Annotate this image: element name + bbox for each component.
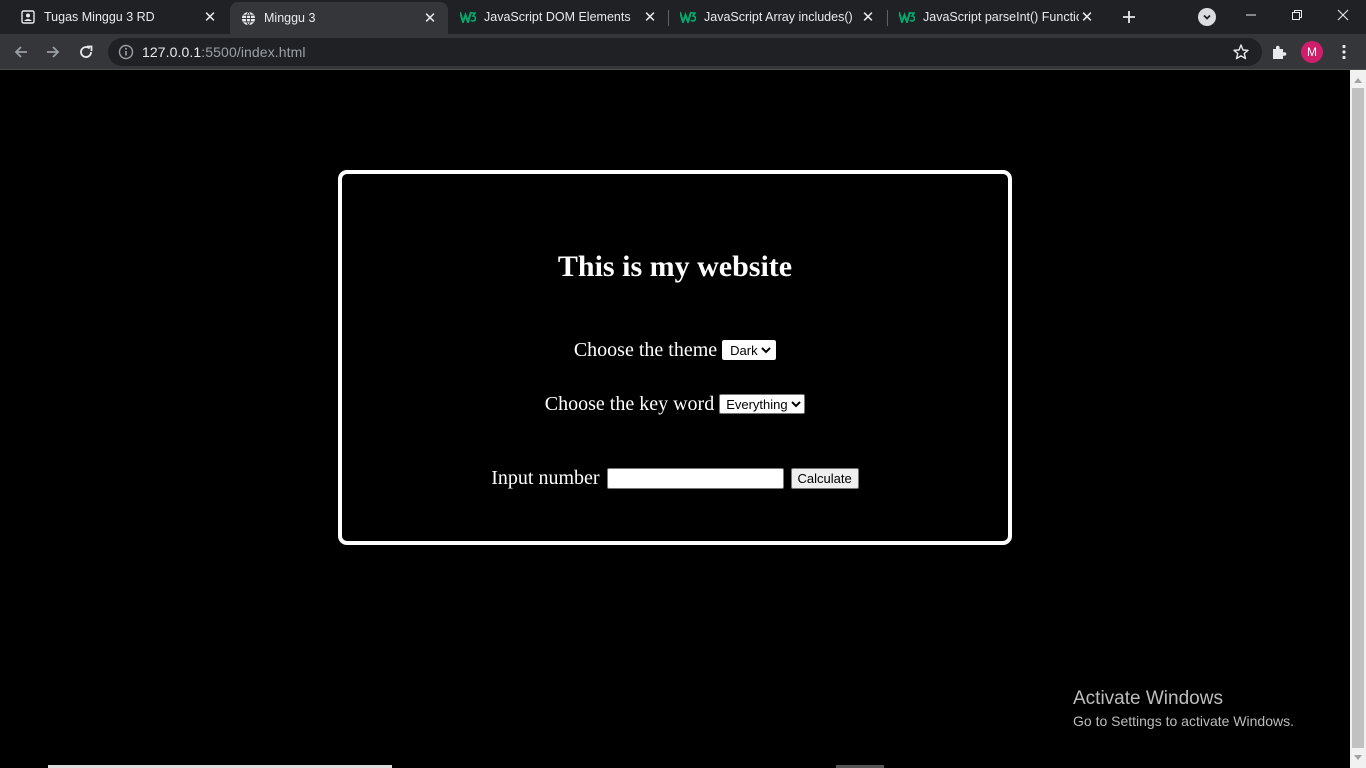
reload-icon: [80, 45, 93, 58]
number-input[interactable]: [606, 467, 784, 489]
close-icon: [1337, 9, 1349, 21]
watermark-subtitle: Go to Settings to activate Windows.: [1073, 713, 1294, 729]
avatar[interactable]: M: [1301, 41, 1323, 63]
browser-toolbar: 127.0.0.1:5500/index.html M: [0, 34, 1366, 70]
theme-row: Choose the theme Dark: [342, 338, 1008, 362]
keyword-select[interactable]: Everything: [719, 394, 806, 415]
tab-title: Tugas Minggu 3 RD: [44, 10, 155, 24]
chevron-down-icon: [1203, 14, 1211, 20]
tab-search-button[interactable]: [1198, 8, 1216, 26]
url-path: :5500/index.html: [201, 44, 306, 60]
arrow-left-icon: [14, 46, 27, 58]
number-row: Input number Calculate: [342, 466, 1008, 490]
keyword-label: Choose the key word: [544, 392, 715, 415]
tab-title: JavaScript parseInt() Function: [923, 10, 1079, 24]
kebab-menu-icon: [1342, 44, 1346, 60]
restore-button[interactable]: [1274, 0, 1320, 30]
puzzle-icon[interactable]: [1270, 43, 1288, 61]
tab-minggu-3[interactable]: Minggu 3 ✕: [230, 2, 448, 34]
close-icon[interactable]: ✕: [422, 10, 438, 26]
watermark-title: Activate Windows: [1073, 688, 1223, 709]
portrait-icon: [20, 9, 36, 25]
info-icon[interactable]: [118, 44, 134, 60]
globe-icon: [240, 10, 256, 26]
close-window-button[interactable]: [1320, 0, 1366, 30]
close-icon[interactable]: ✕: [1079, 9, 1095, 25]
tab-title: JavaScript Array includes() Me: [704, 10, 857, 24]
close-icon[interactable]: ✕: [202, 9, 218, 25]
scroll-down-button[interactable]: [1350, 750, 1366, 766]
tab-title: Minggu 3: [264, 11, 316, 25]
plus-icon: [1123, 11, 1135, 23]
scrollbar-thumb[interactable]: [1352, 88, 1364, 748]
activate-windows-watermark: Activate Windows Go to Settings to activ…: [1073, 688, 1294, 729]
arrow-up-icon: [1354, 78, 1362, 83]
content-card: This is my website Choose the theme Dark…: [338, 170, 1012, 545]
new-tab-button[interactable]: [1118, 6, 1140, 28]
url-host: 127.0.0.1: [142, 44, 202, 60]
w3schools-icon: [460, 9, 476, 25]
tab-js-dom-elements[interactable]: JavaScript DOM Elements ✕: [450, 0, 668, 34]
tab-separator: [668, 10, 669, 26]
theme-select[interactable]: Dark: [721, 339, 778, 362]
arrow-down-icon: [1354, 755, 1362, 760]
number-label: Input number: [491, 466, 600, 489]
tab-js-array-includes[interactable]: JavaScript Array includes() Me ✕: [670, 0, 886, 34]
back-button[interactable]: [9, 40, 33, 64]
restore-icon: [1292, 10, 1302, 20]
star-icon[interactable]: [1232, 43, 1250, 61]
w3schools-icon: [899, 9, 915, 25]
tab-tugas-minggu[interactable]: Tugas Minggu 3 RD ✕: [0, 0, 228, 34]
keyword-row: Choose the key word Everything: [342, 392, 1008, 416]
forward-button[interactable]: [41, 40, 65, 64]
tab-strip: Tugas Minggu 3 RD ✕ Minggu 3 ✕ JavaScrip…: [0, 0, 1366, 34]
menu-button[interactable]: [1336, 42, 1352, 62]
minimize-icon: [1246, 14, 1256, 16]
tab-js-parseint[interactable]: JavaScript parseInt() Function ✕: [889, 0, 1105, 34]
page-title: This is my website: [557, 250, 793, 283]
close-icon[interactable]: ✕: [642, 9, 658, 25]
arrow-right-icon: [47, 46, 60, 58]
url-text: 127.0.0.1:5500/index.html: [142, 44, 306, 60]
address-bar[interactable]: 127.0.0.1:5500/index.html: [108, 38, 1262, 66]
reload-button[interactable]: [74, 40, 98, 64]
w3schools-icon: [680, 9, 696, 25]
theme-label: Choose the theme: [573, 338, 718, 361]
scroll-up-button[interactable]: [1350, 72, 1366, 88]
vertical-scrollbar[interactable]: [1350, 70, 1366, 768]
calculate-button[interactable]: Calculate: [790, 467, 859, 489]
close-icon[interactable]: ✕: [860, 9, 876, 25]
tab-separator: [887, 10, 888, 26]
tab-title: JavaScript DOM Elements: [484, 10, 631, 24]
minimize-button[interactable]: [1228, 0, 1274, 30]
page-viewport: This is my website Choose the theme Dark…: [0, 70, 1350, 768]
